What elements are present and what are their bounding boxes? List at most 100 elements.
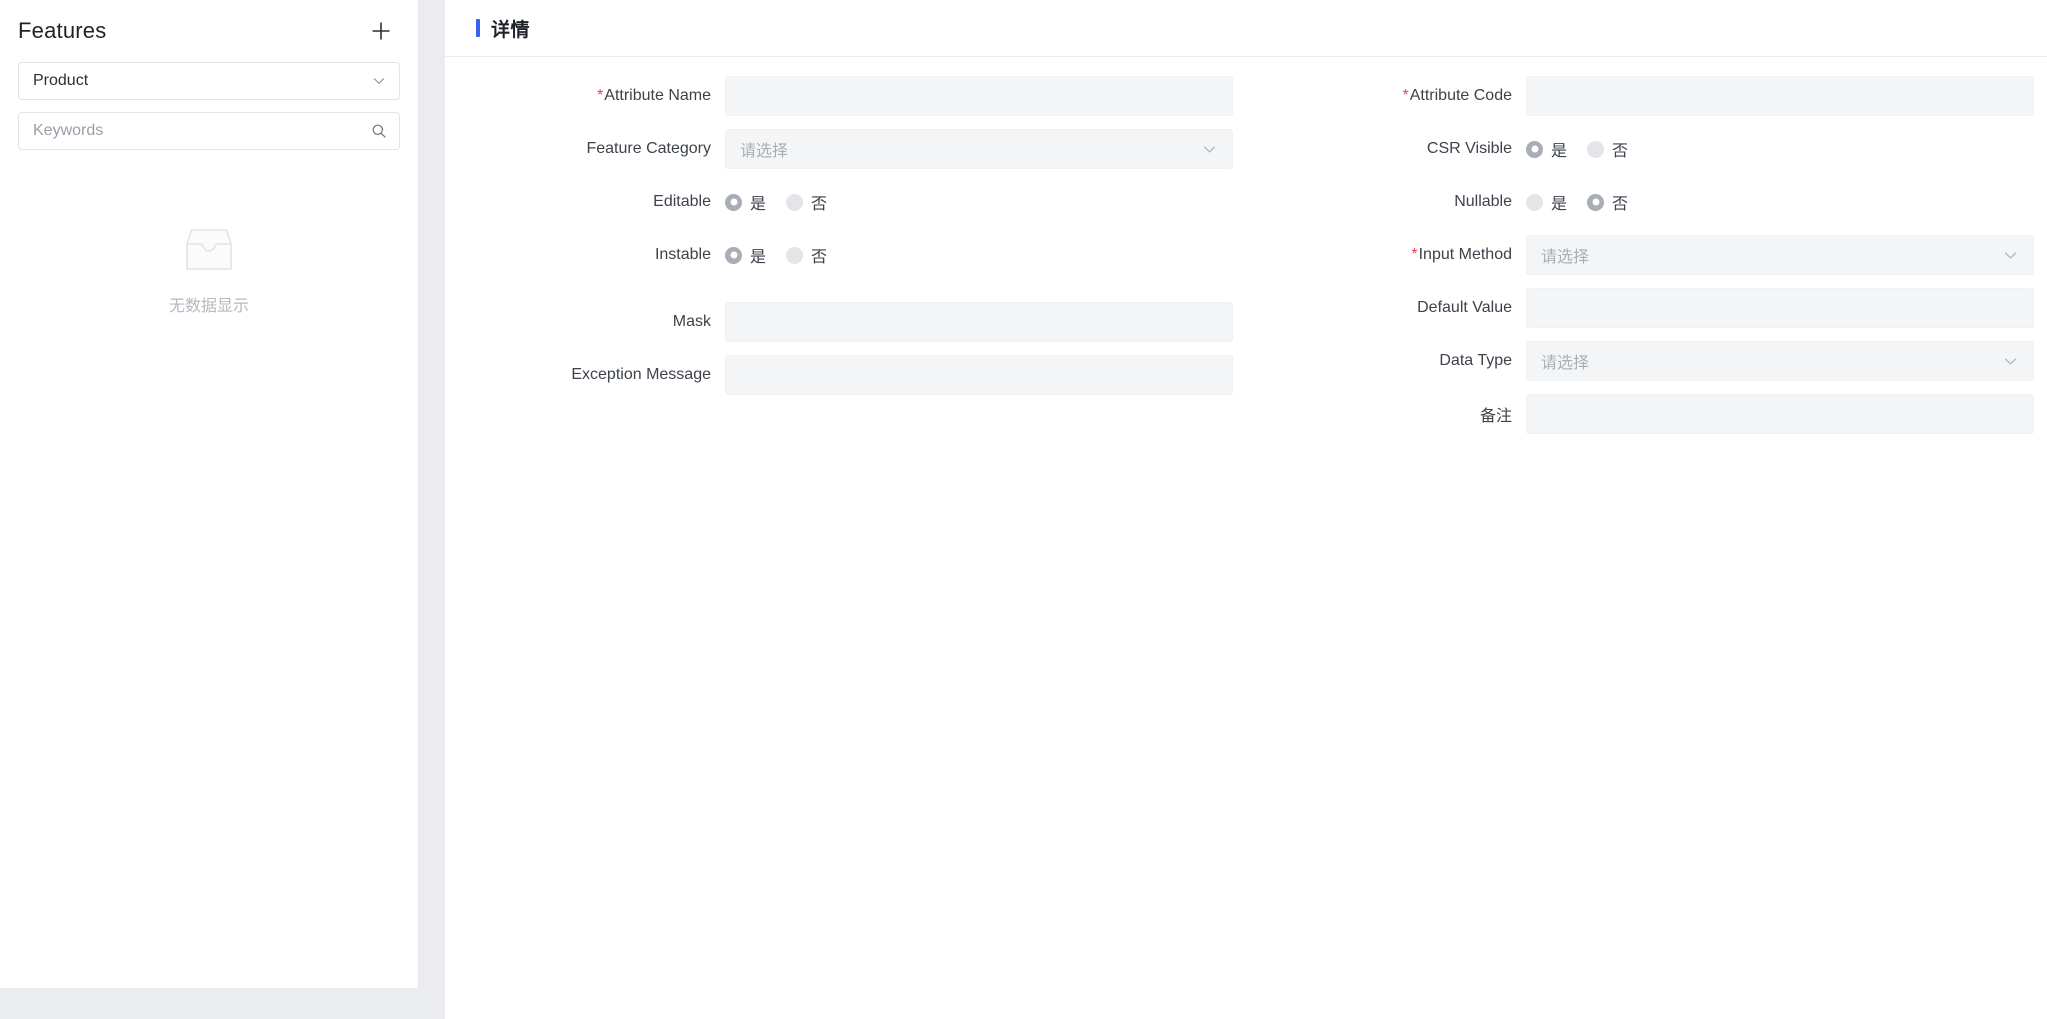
field-control [1526, 288, 2047, 328]
field-control: 是 否 [1526, 137, 2047, 161]
label-text: Input Method [1418, 246, 1512, 263]
field-label: *Attribute Name [445, 87, 725, 105]
input-method-value: 请选择 [1541, 249, 1590, 266]
detail-title: 详情 [491, 19, 531, 41]
page-title: Features [18, 18, 107, 43]
radio-label: 是 [750, 249, 767, 266]
feature-category-value: 请选择 [740, 143, 789, 160]
field-csr-visible: CSR Visible 是 否 [1246, 129, 2047, 169]
accent-bar [476, 19, 480, 37]
instable-radio-yes[interactable]: 是 [725, 243, 766, 267]
field-control: 是 否 [725, 243, 1246, 267]
data-type-value: 请选择 [1541, 355, 1590, 372]
field-control [725, 355, 1246, 395]
field-label: *Input Method [1246, 246, 1526, 264]
search-icon[interactable] [371, 123, 387, 139]
radio-dot-icon [1526, 193, 1543, 211]
field-editable: Editable 是 否 [445, 182, 1246, 222]
sidebar-controls: Product [0, 62, 418, 150]
data-type-select[interactable]: 请选择 [1526, 341, 2034, 381]
radio-label: 否 [811, 196, 828, 213]
field-attribute-code: *Attribute Code [1246, 76, 2047, 116]
editable-radio-yes[interactable]: 是 [725, 190, 766, 214]
radio-dot-checked-icon [1587, 193, 1605, 211]
field-control: 是 否 [1526, 190, 2047, 214]
radio-label: 是 [750, 196, 767, 213]
attribute-name-input[interactable] [725, 76, 1233, 116]
label-text: Feature Category [586, 140, 711, 157]
label-text: CSR Visible [1426, 140, 1512, 157]
remark-input[interactable] [1526, 394, 2034, 434]
features-sidebar: Features Product Keywords 无数据显示 [0, 0, 419, 988]
empty-state: 无数据显示 [0, 224, 418, 316]
chevron-down-icon [1201, 141, 1218, 158]
input-method-select[interactable]: 请选择 [1526, 235, 2034, 275]
editable-radio-no[interactable]: 否 [786, 190, 827, 214]
field-data-type: Data Type 请选择 [1246, 341, 2047, 381]
radio-label: 否 [1612, 143, 1629, 160]
editable-radio-group: 是 否 [725, 190, 1246, 214]
plus-icon [372, 22, 390, 40]
search-input[interactable] [33, 122, 371, 140]
radio-dot-checked-icon [725, 193, 742, 211]
chevron-down-icon [2002, 247, 2019, 264]
panel-gap [419, 0, 445, 1019]
field-label: CSR Visible [1246, 140, 1526, 158]
add-feature-button[interactable] [366, 16, 396, 46]
app-root: Features Product Keywords 无数据显示 详情 *Attr… [0, 0, 2047, 1019]
feature-category-select[interactable]: 请选择 [725, 129, 1233, 169]
label-text: Mask [672, 313, 711, 330]
field-remark: 备注 [1246, 394, 2047, 434]
label-text: Attribute Name [604, 87, 711, 104]
nullable-radio-group: 是 否 [1526, 190, 2047, 214]
csr-visible-radio-yes[interactable]: 是 [1526, 137, 1567, 161]
field-feature-category: Feature Category 请选择 [445, 129, 1246, 169]
field-control [725, 302, 1246, 342]
field-exception-message: Exception Message [445, 355, 1246, 395]
attribute-code-input[interactable] [1526, 76, 2034, 116]
field-label: Exception Message [445, 366, 725, 384]
empty-state-label: 无数据显示 [168, 298, 249, 315]
field-instable: Instable 是 否 [445, 235, 1246, 275]
field-nullable: Nullable 是 否 [1246, 182, 2047, 222]
field-label: Instable [445, 246, 725, 264]
chevron-down-icon [371, 73, 387, 89]
label-text: Attribute Code [1409, 87, 1512, 104]
field-control: 请选择 [1526, 341, 2047, 381]
label-text: 备注 [1479, 408, 1512, 425]
field-label: Default Value [1246, 299, 1526, 317]
field-input-method: *Input Method 请选择 [1246, 235, 2047, 275]
required-marker: * [1411, 246, 1418, 263]
radio-dot-icon [786, 246, 804, 264]
chevron-down-icon [2002, 353, 2019, 370]
label-text: Instable [654, 246, 711, 263]
field-mask: Mask [445, 302, 1246, 342]
label-text: Nullable [1454, 193, 1512, 210]
sidebar-header: Features [0, 0, 418, 62]
field-label: Mask [445, 313, 725, 331]
csr-visible-radio-no[interactable]: 否 [1587, 137, 1628, 161]
radio-dot-checked-icon [725, 246, 742, 264]
radio-dot-icon [786, 193, 804, 211]
detail-panel: 详情 *Attribute Name Feature Category 请选择 [445, 0, 2047, 1019]
exception-message-input[interactable] [725, 355, 1233, 395]
field-label: *Attribute Code [1246, 87, 1526, 105]
field-label: 备注 [1246, 402, 1526, 426]
field-attribute-name: *Attribute Name [445, 76, 1246, 116]
mask-input[interactable] [725, 302, 1233, 342]
csr-visible-radio-group: 是 否 [1526, 137, 2047, 161]
nullable-radio-no[interactable]: 否 [1587, 190, 1628, 214]
form-column-right: *Attribute Code CSR Visible 是 否 Nullable… [1246, 76, 2047, 447]
instable-radio-no[interactable]: 否 [786, 243, 827, 267]
keyword-search-box[interactable] [18, 112, 400, 150]
default-value-input[interactable] [1526, 288, 2034, 328]
required-marker: * [1402, 87, 1409, 104]
label-text: Exception Message [571, 366, 711, 383]
field-control [1526, 76, 2047, 116]
field-control [725, 76, 1246, 116]
radio-dot-checked-icon [1526, 140, 1543, 158]
label-text: Editable [653, 193, 711, 210]
nullable-radio-yes[interactable]: 是 [1526, 190, 1567, 214]
product-category-select[interactable]: Product [18, 62, 400, 100]
label-text: Data Type [1439, 352, 1512, 369]
